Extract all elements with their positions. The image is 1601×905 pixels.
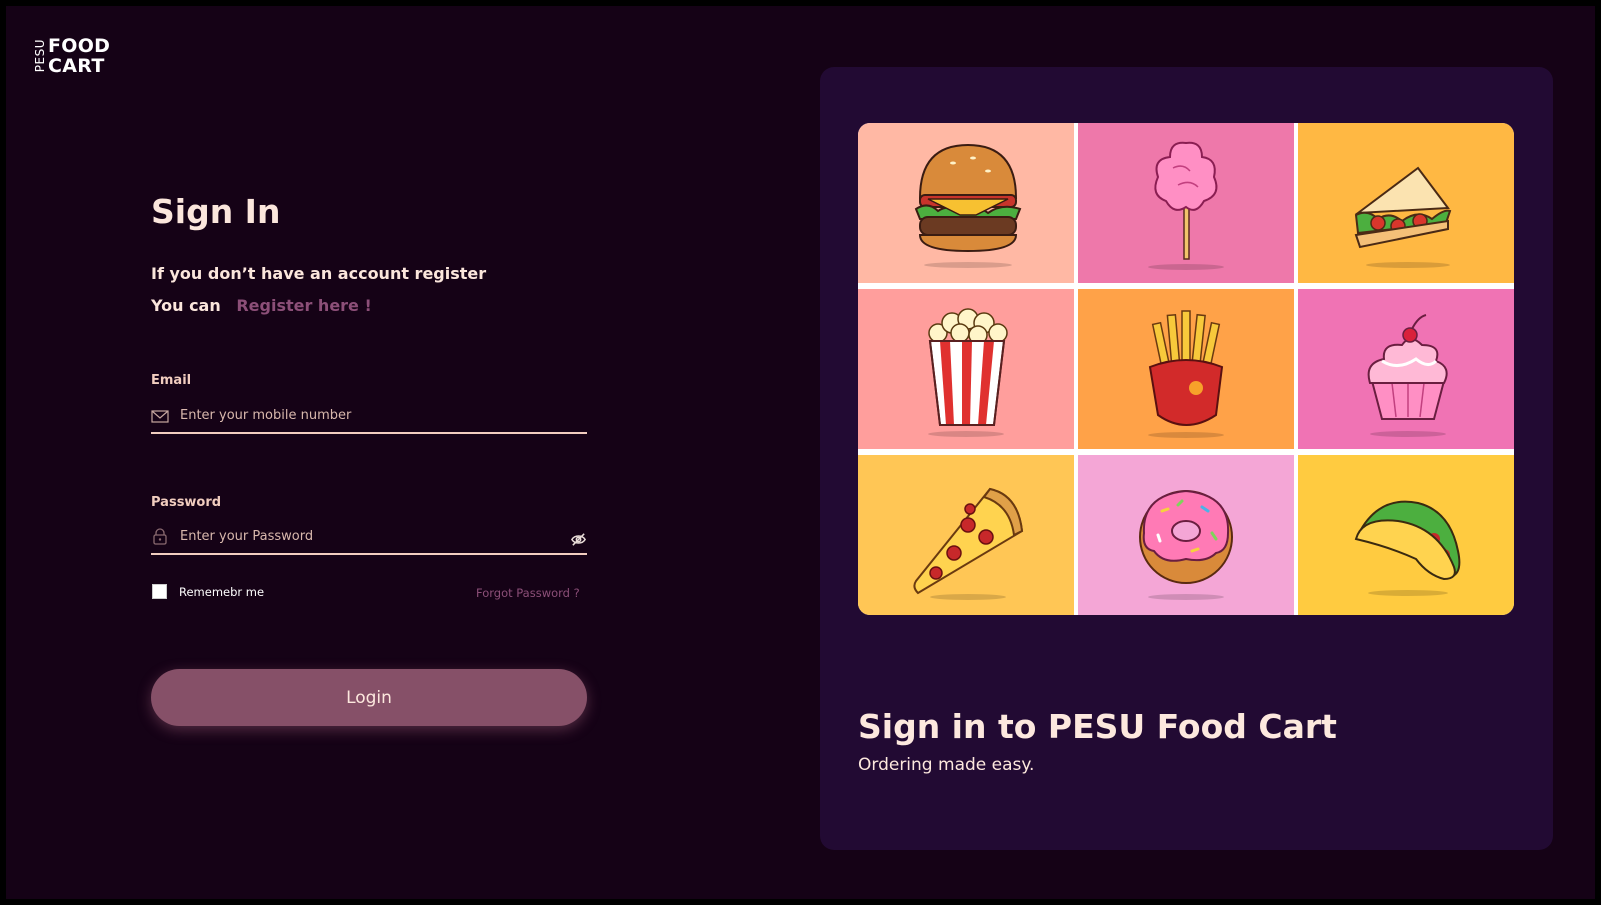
forgot-password-link[interactable]: Forgot Password ? <box>476 586 580 600</box>
remember-me: Rememebr me <box>151 584 264 599</box>
food-tile-donut <box>1078 455 1294 615</box>
food-tile-fries <box>1078 289 1294 449</box>
hero-title: Sign in to PESU Food Cart <box>858 707 1337 746</box>
mail-icon <box>151 410 169 423</box>
email-label: Email <box>151 373 192 388</box>
pesu-food-cart-logo[interactable]: PESU FOOD CART <box>33 36 110 76</box>
food-grid <box>858 123 1514 615</box>
login-button[interactable]: Login <box>151 669 587 726</box>
food-tile-cotton-candy <box>1078 123 1294 283</box>
pizza-icon <box>913 487 1024 600</box>
hero-panel: Sign in to PESU Food Cart Ordering made … <box>820 67 1553 850</box>
page-title: Sign In <box>151 192 281 231</box>
fries-icon <box>1148 310 1224 438</box>
login-page: PESU FOOD CART Sign In If you don’t have… <box>6 6 1595 899</box>
logo-line-2: CART <box>48 55 105 77</box>
sandwich-icon <box>1354 166 1452 268</box>
register-link[interactable]: Register here ! <box>236 296 371 315</box>
hero-subtitle: Ordering made easy. <box>858 755 1035 775</box>
food-tile-cupcake <box>1298 289 1514 449</box>
remember-label: Rememebr me <box>179 584 265 599</box>
register-hint: If you don’t have an account register <box>151 264 487 283</box>
cupcake-icon <box>1367 314 1448 437</box>
cotton-candy-icon <box>1148 141 1224 270</box>
password-field <box>151 519 587 555</box>
burger-icon <box>914 143 1022 268</box>
email-field <box>151 398 587 434</box>
food-tile-burger <box>858 123 1074 283</box>
taco-icon <box>1354 500 1461 596</box>
food-tile-sandwich <box>1298 123 1514 283</box>
food-tile-popcorn <box>858 289 1074 449</box>
password-input[interactable] <box>178 521 562 551</box>
donut-icon <box>1139 489 1233 600</box>
email-input[interactable] <box>178 400 562 430</box>
food-tile-taco <box>1298 455 1514 615</box>
popcorn-icon <box>928 308 1008 437</box>
lock-icon <box>153 528 167 545</box>
remember-checkbox[interactable] <box>152 584 167 599</box>
password-label: Password <box>151 495 222 510</box>
eye-off-icon[interactable] <box>570 531 587 548</box>
register-prefix: You can <box>151 296 221 315</box>
register-line: You can Register here ! <box>151 296 372 315</box>
logo-line-1: FOOD <box>48 35 111 57</box>
food-tile-pizza <box>858 455 1074 615</box>
logo-wordmark: FOOD CART <box>48 36 110 76</box>
logo-vertical-text: PESU <box>33 39 47 73</box>
